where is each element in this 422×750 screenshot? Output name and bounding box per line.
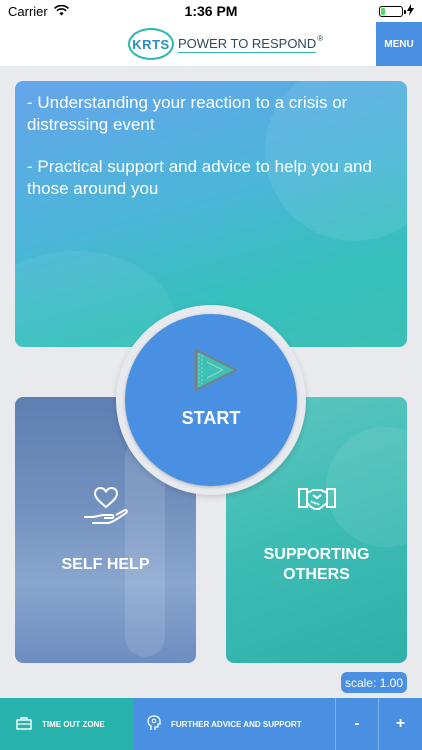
zoom-out-button[interactable]: - <box>335 698 378 750</box>
supporting-label-1: SUPPORTING <box>263 546 370 563</box>
charging-icon <box>407 3 414 19</box>
menu-button[interactable]: MENU <box>376 22 422 66</box>
status-bar: Carrier 1:36 PM <box>0 0 422 22</box>
briefcase-icon <box>16 716 32 732</box>
info-text: - Understanding your reaction to a crisi… <box>27 92 395 220</box>
further-advice-label: FURTHER ADVICE AND SUPPORT <box>171 719 302 729</box>
status-left: Carrier <box>8 4 69 19</box>
logo-ring: KRTS <box>128 28 174 60</box>
zoom-in-button[interactable]: + <box>378 698 422 750</box>
logo-tagline: POWER TO RESPOND <box>178 35 317 53</box>
app-header: KRTS POWER TO RESPOND ® MENU <box>0 22 422 66</box>
wifi-icon <box>53 4 69 19</box>
bottom-bar: TIME OUT ZONE FURTHER ADVICE AND SUPPORT… <box>0 698 422 750</box>
battery-icon <box>379 5 406 17</box>
time-out-zone-label: TIME OUT ZONE <box>42 719 105 729</box>
status-right <box>379 3 414 19</box>
logo-short: KRTS <box>132 36 170 52</box>
decorative-shape <box>326 427 407 547</box>
time-out-zone-button[interactable]: TIME OUT ZONE <box>0 698 133 750</box>
further-advice-button[interactable]: FURTHER ADVICE AND SUPPORT <box>133 698 335 750</box>
info-line-2: - Practical support and advice to help y… <box>27 157 372 198</box>
play-icon <box>193 348 239 397</box>
start-label: START <box>181 408 241 428</box>
supporting-label-2: OTHERS <box>283 566 350 583</box>
start-button[interactable]: START <box>125 314 297 486</box>
heart-hand-icon <box>82 485 130 534</box>
head-icon <box>147 715 161 733</box>
scale-badge: scale: 1.00 <box>341 672 407 693</box>
krts-logo: KRTS POWER TO RESPOND ® <box>128 24 323 64</box>
info-line-1: - Understanding your reaction to a crisi… <box>27 93 348 134</box>
battery-level <box>381 7 386 15</box>
handshake-icon <box>297 481 337 524</box>
carrier-label: Carrier <box>8 3 48 19</box>
logo-registered: ® <box>317 33 324 43</box>
self-help-label: SELF HELP <box>61 556 150 573</box>
